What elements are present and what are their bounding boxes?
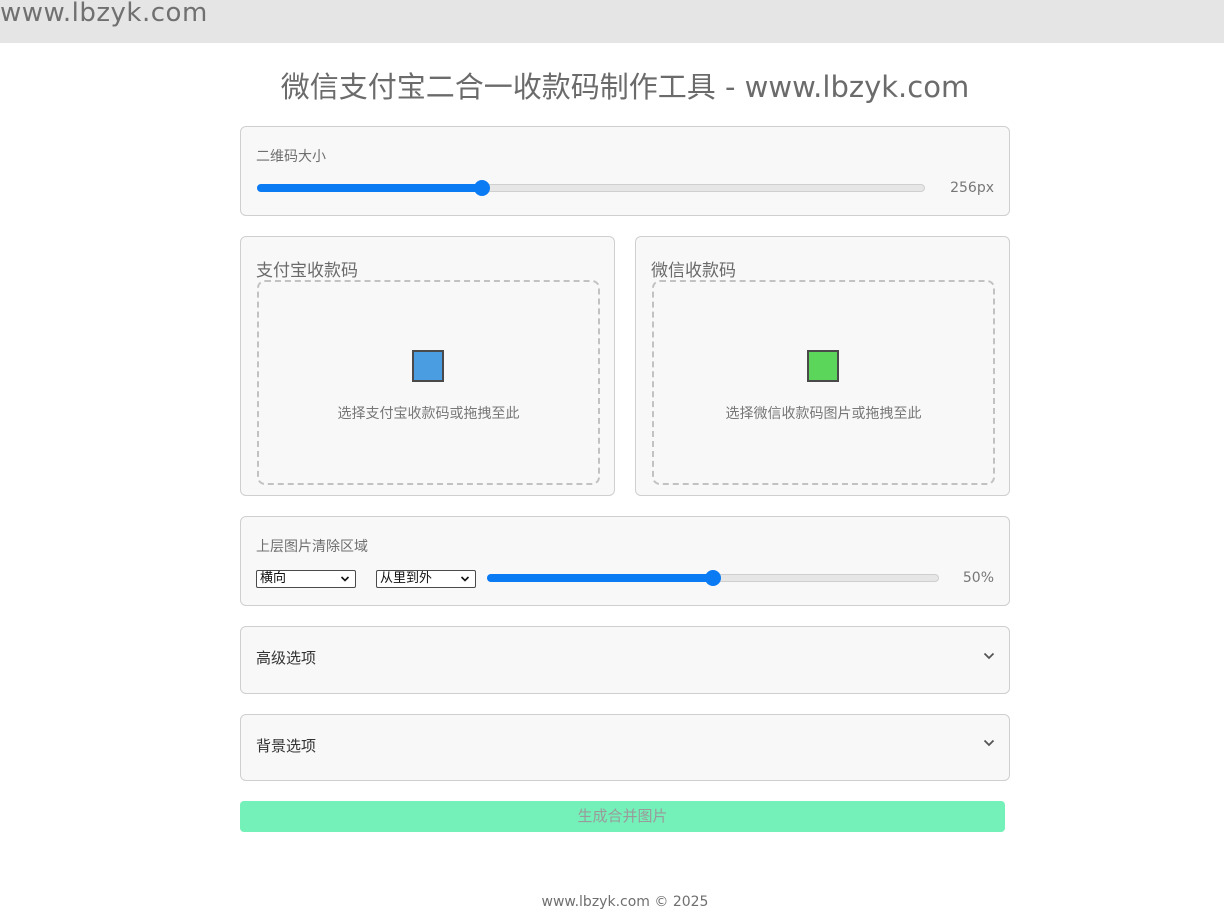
wechat-drop-text: 选择微信收款码图片或拖拽至此 xyxy=(725,406,922,422)
advanced-options-accordion[interactable]: 高级选项 xyxy=(240,626,1010,694)
chevron-down-icon xyxy=(983,739,995,747)
slider-fill xyxy=(487,574,713,582)
qr-size-label: 二维码大小 xyxy=(256,149,326,165)
background-options-label: 背景选项 xyxy=(256,737,317,755)
order-selected-value: 从里到外 xyxy=(380,571,433,586)
clear-area-value: 50% xyxy=(962,570,994,586)
qr-size-slider[interactable] xyxy=(257,179,925,197)
direction-selected-value: 横向 xyxy=(260,571,287,586)
page-title: 微信支付宝二合一收款码制作工具 - www.lbzyk.com xyxy=(280,70,970,104)
slider-fill xyxy=(257,184,483,192)
chevron-down-icon xyxy=(340,576,350,582)
qr-size-card: 二维码大小 256px xyxy=(240,126,1010,216)
slider-thumb[interactable] xyxy=(474,180,491,196)
alipay-upload-card: 支付宝收款码 选择支付宝收款码或拖拽至此 xyxy=(240,236,615,496)
wechat-qr-placeholder-icon xyxy=(807,350,839,382)
background-options-accordion[interactable]: 背景选项 xyxy=(240,714,1010,781)
alipay-drop-text: 选择支付宝收款码或拖拽至此 xyxy=(337,406,520,422)
advanced-options-label: 高级选项 xyxy=(256,649,317,667)
alipay-upload-title: 支付宝收款码 xyxy=(256,261,358,281)
wechat-drop-zone[interactable]: 选择微信收款码图片或拖拽至此 xyxy=(652,280,995,485)
clear-area-slider[interactable] xyxy=(487,569,939,587)
alipay-qr-placeholder-icon xyxy=(412,350,444,382)
order-select[interactable]: 从里到外 xyxy=(376,570,476,588)
alipay-drop-zone[interactable]: 选择支付宝收款码或拖拽至此 xyxy=(257,280,600,485)
clear-area-label: 上层图片清除区域 xyxy=(256,539,368,555)
generate-button[interactable]: 生成合并图片 xyxy=(240,801,1005,832)
chevron-down-icon xyxy=(460,576,470,582)
top-bar: www.lbzyk.com xyxy=(0,0,1224,43)
wechat-upload-card: 微信收款码 选择微信收款码图片或拖拽至此 xyxy=(635,236,1010,496)
qr-size-value: 256px xyxy=(950,180,994,196)
wechat-upload-title: 微信收款码 xyxy=(651,261,736,281)
site-name: www.lbzyk.com xyxy=(0,0,208,28)
chevron-down-icon xyxy=(983,652,995,660)
slider-thumb[interactable] xyxy=(705,570,721,586)
footer-text: www.lbzyk.com © 2025 xyxy=(541,894,709,910)
clear-area-card: 上层图片清除区域 横向 从里到外 50% xyxy=(240,516,1010,606)
direction-select[interactable]: 横向 xyxy=(256,570,356,588)
